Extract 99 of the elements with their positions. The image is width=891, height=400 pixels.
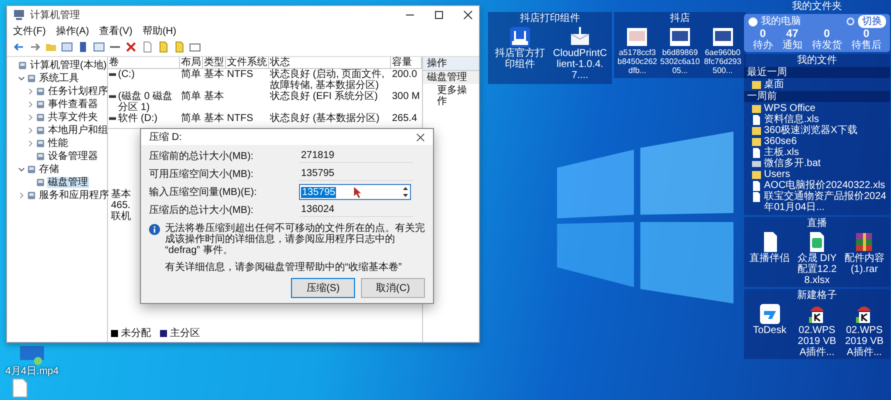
dialog-button[interactable]: 取消(C) [361,278,425,298]
column-header[interactable]: 布局 [180,57,203,69]
switch-button[interactable]: 切换 [858,15,886,28]
menu-item[interactable]: 文件(F) [13,26,46,36]
icon-label[interactable]: b6d898695302c6a1005... [660,48,700,75]
fence-title: 直播 [806,218,828,229]
action-item[interactable]: 更多操作 [423,84,479,108]
menu-item[interactable]: 查看(V) [99,26,132,36]
tree-item[interactable]: 任务计划程序 [47,86,109,97]
stat-label[interactable]: 待售后 [851,40,882,51]
table-cell-text: (磁盘 0 磁盘分区 1) [118,91,174,113]
help-text: 有关详细信息，请参阅磁盘管理帮助中的“收缩基本卷” [165,262,403,273]
file-item[interactable]: 桌面 [764,79,784,90]
panel-title: 我的文件夹 [791,1,843,12]
table-cell-text: 状态良好 (基本数据分区) [269,113,380,124]
tree-item[interactable]: 共享文件夹 [47,112,99,123]
file-item[interactable]: 360se6 [764,136,797,147]
stat-value: 0 [824,29,830,40]
readonly-field: 271819 [299,149,413,163]
table-cell-text: 基本 [203,91,225,104]
table-cell-text: 265.4 [391,113,418,124]
icon-label[interactable]: CloudPrintClient-1.0.4.7.... [553,48,607,81]
tree-item[interactable]: 存储 [38,164,60,175]
stat-label[interactable]: 通知 [782,40,802,51]
tree-item[interactable]: 性能 [47,138,69,149]
icon-label[interactable]: a5178ccf3b8450c262dfb... [617,48,658,75]
file-item[interactable]: WPS Office [764,103,816,114]
icon-label[interactable]: 众晟 DIY 配置12.28.xlsx [794,253,839,286]
field-label: 输入压缩空间量(MB)(E): [149,186,258,198]
disk-info-text: 基本 [111,189,131,200]
table-cell-text: 300 M [391,91,421,104]
table-cell: (C:) [118,69,135,80]
column-header[interactable]: 容量 [391,57,422,69]
menu-item[interactable]: 帮助(H) [142,26,176,36]
column-header[interactable]: 文件系统 [226,57,269,69]
table-cell-text: 简单 [180,69,202,82]
field-label: 压缩后的总计大小(MB): [149,204,254,216]
readonly-field: 136024 [299,203,413,217]
tree-item[interactable]: 设备管理器 [47,151,99,162]
icon-label[interactable]: 02.WPS 2019 VBA插件... [794,325,839,358]
icon-label[interactable]: 抖店官方打印组件 [493,48,547,70]
readonly-field: 135795 [299,167,413,181]
tree-item[interactable]: 服务和应用程序 [38,190,110,201]
field-label: 压缩前的总计大小(MB): [149,150,254,162]
icon-label[interactable]: 配件内容(1).rar [842,253,886,275]
info-message: 无法将卷压缩到超出任何不可移动的文件所在的点。有关完成该操作时间的详细信息，请参阅应用程序日志中的 “defrag” 事件。 [165,223,425,256]
column-header[interactable]: 类型 [203,57,226,69]
actions-header: 操作 [423,57,479,71]
window-title: 计算机管理 [30,10,80,20]
card-title: 我的电脑 [761,16,801,27]
file-item[interactable]: Users [764,169,790,180]
file-item[interactable]: 联宝交通物资产品报价2024年01月04日... [764,191,887,213]
file-item[interactable]: 360极速浏览器X下载 [764,125,858,136]
dialog-title: 压缩 D: [149,132,182,142]
file-item[interactable]: 资料信息.xls [764,114,819,125]
file-item[interactable]: 微信多开.bat [764,158,821,169]
icon-label[interactable]: 直播伴侣 [750,253,790,264]
table-cell-text: 状态良好 (EFI 系统分区) [269,91,379,104]
group-header: 最近一周 [744,67,890,78]
tree-item[interactable]: 磁盘管理 [47,177,89,188]
tree-item[interactable]: 本地用户和组 [47,125,109,136]
table-cell-text: 200.0 [391,69,418,82]
group-header: 一周前 [744,91,890,102]
tree-item[interactable]: 事件查看器 [47,99,99,110]
tree-item[interactable]: 系统工具 [38,73,80,84]
table-cell: 软件 (D:) [118,113,158,124]
column-header[interactable]: 卷 [108,57,180,69]
action-item[interactable]: 磁盘管理 [423,71,479,84]
fence-title: 抖店打印组件 [519,13,581,24]
table-cell-text: NTFS [226,113,254,124]
file-item[interactable]: AOC电脑报价20240322.xls [764,180,886,191]
stat-label[interactable]: 待办 [752,40,773,51]
icon-label[interactable]: ToDesk [752,325,786,336]
stat-label[interactable]: 待发货 [812,40,842,51]
icon-label[interactable]: 6ae960b08fc76d293500... [702,48,743,75]
legend-label: 未分配 [121,328,151,339]
file-item[interactable]: 主板.xls [764,147,799,158]
dialog-button[interactable]: 压缩(S) [291,278,355,298]
table-cell-text: 简单 [180,113,202,124]
icon-label[interactable]: 02.WPS 2019 VBA插件... [842,325,886,358]
stat-value: 0 [760,29,766,40]
menu-item[interactable]: 操作(A) [56,26,90,36]
table-cell-text: 状态良好 (启动, 页面文件, 故障转储, 基本数据分区) [269,69,386,91]
disk-info-text: 联机 [111,211,131,222]
fence-title: 抖店 [669,13,691,24]
disk-info-text: 465. [111,200,130,211]
stat-value: 47 [786,29,798,40]
table-cell-text: 基本 [203,69,225,82]
fence-title: 新建格子 [796,290,838,301]
table-cell-text: 简单 [180,91,202,104]
legend-label: 主分区 [170,328,200,339]
stat-value: 0 [863,29,870,40]
column-header[interactable]: 状态 [269,57,391,69]
panel-title: 我的文件 [796,55,838,66]
table-cell-text: NTFS [226,69,254,82]
table-cell-text: 基本 [203,113,225,124]
tree-item[interactable]: 计算机管理(本地) [29,60,108,71]
spin-input-field[interactable]: 135795 [299,184,411,200]
field-label: 可用压缩空间大小(MB): [149,168,254,180]
